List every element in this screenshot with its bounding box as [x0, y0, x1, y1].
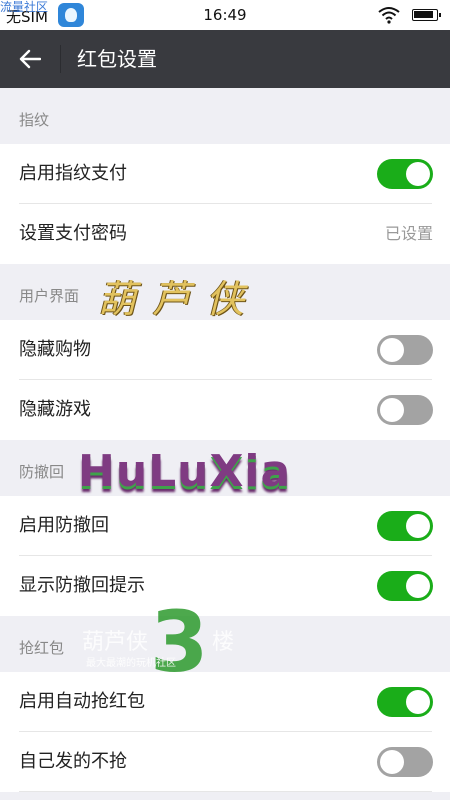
floor-label-watermark: 楼 — [212, 630, 235, 655]
row-show-anti-recall-hint[interactable]: 显示防撤回提示 — [0, 556, 450, 616]
row-enable-fingerprint-pay[interactable]: 启用指纹支付 — [0, 144, 450, 204]
row-label: 启用防撤回 — [19, 515, 109, 536]
fingerprint-pay-toggle[interactable] — [377, 159, 433, 189]
row-hide-games[interactable]: 隐藏游戏 — [0, 380, 450, 440]
app-bar: 红包设置 — [0, 30, 450, 88]
row-label: 隐藏购物 — [19, 339, 91, 360]
row-hide-shopping[interactable]: 隐藏购物 — [0, 320, 450, 380]
row-enable-anti-recall[interactable]: 启用防撤回 — [0, 496, 450, 556]
row-label: 隐藏游戏 — [19, 399, 91, 420]
skip-own-packets-toggle[interactable] — [377, 747, 433, 777]
huluxia-tagline-watermark: 最大最潮的玩机社区 — [86, 658, 176, 669]
row-divider — [19, 791, 432, 792]
row-enable-auto-grab[interactable]: 启用自动抢红包 — [0, 672, 450, 732]
status-bar: 无SIM 流量社区 16:49 — [0, 0, 450, 30]
toggle-knob — [380, 398, 404, 422]
row-label: 自己发的不抢 — [19, 751, 127, 772]
anti-recall-toggle[interactable] — [377, 511, 433, 541]
toggle-knob — [406, 690, 430, 714]
row-set-pay-password[interactable]: 设置支付密码 已设置 — [0, 204, 450, 264]
toggle-knob — [406, 514, 430, 538]
wifi-icon — [378, 7, 400, 24]
battery-icon — [412, 9, 441, 21]
row-skip-own-packets[interactable]: 自己发的不抢 — [0, 732, 450, 792]
toggle-knob — [380, 338, 404, 362]
section-header-fingerprint: 指纹 — [19, 111, 50, 129]
page-title: 红包设置 — [77, 47, 157, 71]
toggle-knob — [406, 574, 430, 598]
row-label: 启用指纹支付 — [19, 163, 127, 184]
auto-grab-toggle[interactable] — [377, 687, 433, 717]
huluxia-brand-watermark: 葫芦侠 — [82, 630, 149, 655]
hide-games-toggle[interactable] — [377, 395, 433, 425]
app-bar-divider — [60, 45, 61, 73]
hide-shopping-toggle[interactable] — [377, 335, 433, 365]
row-label: 显示防撤回提示 — [19, 575, 145, 596]
back-arrow-icon — [19, 49, 41, 69]
pay-password-status: 已设置 — [384, 224, 433, 243]
floor-number-watermark: 3 — [150, 593, 209, 691]
row-label: 启用自动抢红包 — [19, 691, 145, 712]
toggle-knob — [380, 750, 404, 774]
anti-recall-hint-toggle[interactable] — [377, 571, 433, 601]
huluxia-gourd-watermark: 葫芦侠 — [98, 277, 261, 321]
row-label: 设置支付密码 — [19, 223, 127, 244]
back-button[interactable] — [10, 39, 50, 79]
toggle-knob — [406, 162, 430, 186]
huluxia-logo-watermark: HuLuXia — [78, 446, 292, 497]
